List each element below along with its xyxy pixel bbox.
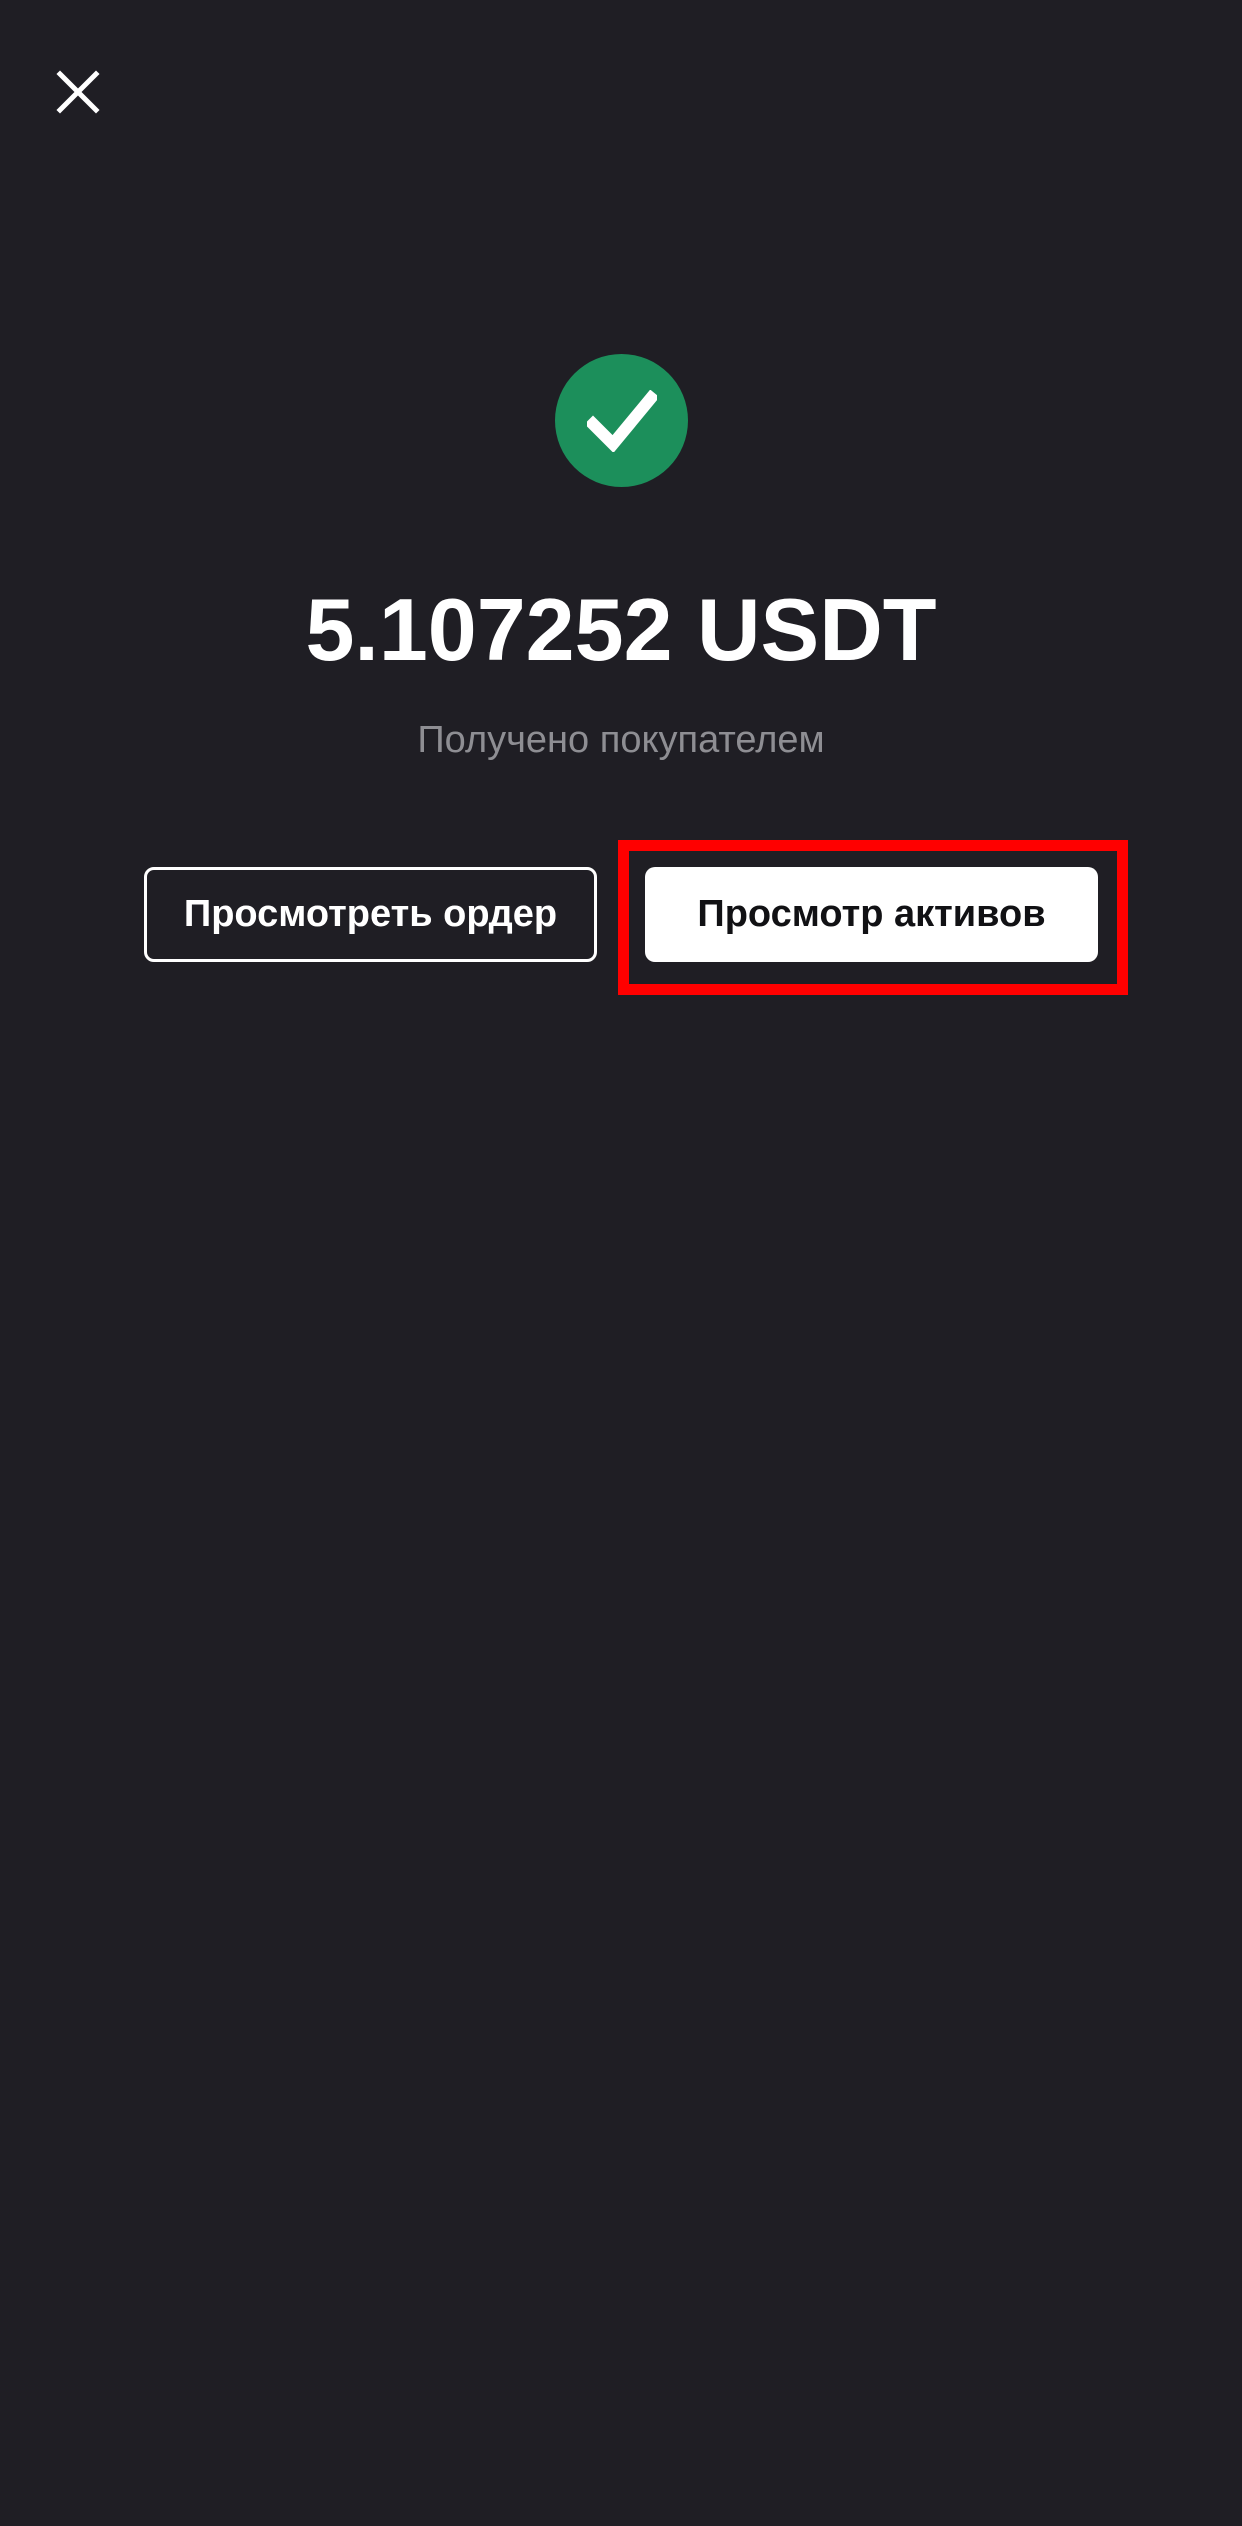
- view-order-button[interactable]: Просмотреть ордер: [144, 867, 597, 962]
- success-checkmark-icon: [555, 354, 688, 487]
- view-assets-button[interactable]: Просмотр активов: [645, 867, 1098, 962]
- status-description: Получено покупателем: [417, 719, 825, 761]
- amount-value: 5.107252 USDT: [305, 580, 937, 679]
- close-button[interactable]: [42, 58, 114, 130]
- close-icon: [56, 69, 100, 119]
